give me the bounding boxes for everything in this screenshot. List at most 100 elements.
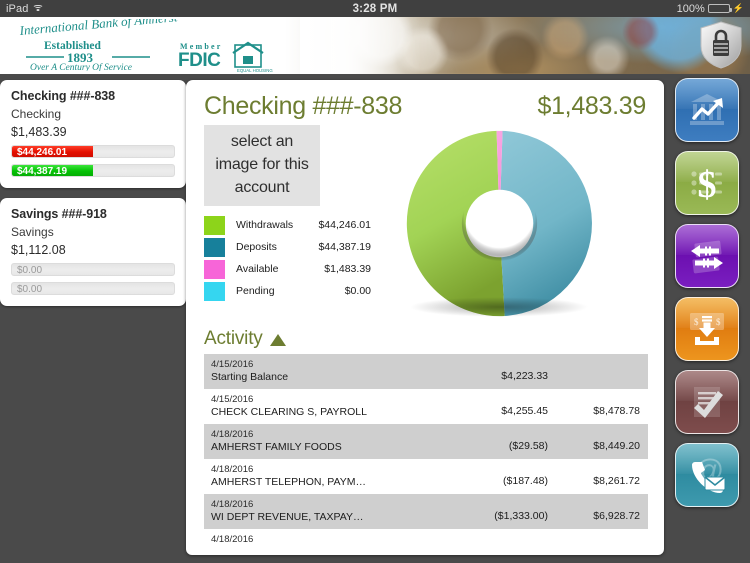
withdrawals-bar-label: $44,246.01: [17, 147, 68, 158]
account-card-checking[interactable]: Checking ###-838 Checking $1,483.39 $44,…: [0, 80, 186, 188]
deposits-bar-label: $0.00: [17, 284, 43, 295]
donut-chart-svg: [406, 130, 592, 317]
table-row[interactable]: 4/18/2016 WI DEPT REVENUE, TAXPAY… ($1,3…: [204, 494, 648, 529]
row-description: AMHERST TELEPHON, PAYM…: [211, 476, 367, 488]
activity-title: Activity: [204, 328, 263, 349]
accounts-button[interactable]: [675, 78, 739, 142]
row-amount: ($187.48): [503, 475, 548, 487]
app-toolbar: $ $ $ @: [664, 78, 750, 563]
row-amount: $4,255.45: [501, 405, 548, 417]
account-balance-heading: $1,483.39: [537, 92, 646, 120]
shield-lock-icon[interactable]: [698, 20, 744, 70]
status-bar-clock: 3:28 PM: [352, 2, 398, 15]
row-description: WI DEPT REVENUE, TAXPAY…: [211, 511, 364, 523]
account-detail-panel: Checking ###-838 $1,483.39 select an ima…: [186, 80, 664, 555]
chart-legend: Withdrawals $44,246.01 Deposits $44,387.…: [204, 214, 389, 302]
ios-status-bar: iPad 3:28 PM 100% ⚡: [0, 0, 750, 17]
donut-hole-shading: [461, 185, 538, 262]
account-card-savings[interactable]: Savings ###-918 Savings $1,112.08 $0.00 …: [0, 198, 186, 306]
logo-bank-name: International Bank of Amherst: [18, 19, 178, 38]
row-amount: $4,223.33: [501, 370, 548, 382]
legend-item-deposits: Deposits $44,387.19: [204, 236, 389, 258]
panel-header: Checking ###-838 $1,483.39: [186, 80, 664, 121]
account-donut-chart[interactable]: [403, 127, 596, 320]
page-title: Checking ###-838: [204, 92, 403, 120]
row-date: 4/18/2016: [211, 429, 254, 440]
row-date: 4/18/2016: [211, 464, 254, 475]
legend-swatch-pending: [204, 281, 225, 301]
bank-logo[interactable]: International Bank of Amherst Establishe…: [12, 19, 192, 71]
shield-lock-svg: [700, 21, 742, 69]
svg-text:$: $: [694, 317, 699, 327]
equal-housing-lender-icon: [232, 41, 264, 68]
account-title: Savings ###-918: [11, 207, 107, 221]
activity-header[interactable]: Activity: [186, 322, 664, 354]
chart-column: [389, 125, 648, 320]
table-row[interactable]: 4/18/2016 AMHERST TELEPHON, PAYM… ($187.…: [204, 459, 648, 494]
legend-item-pending: Pending $0.00: [204, 280, 389, 302]
lightning-bolt-icon: ⚡: [732, 3, 744, 13]
legend-column: select an image for this account Withdra…: [204, 125, 389, 320]
account-type: Savings: [11, 225, 54, 239]
legend-item-available: Available $1,483.39: [204, 258, 389, 280]
bill-pay-button[interactable]: $: [675, 151, 739, 215]
withdrawals-bar: $44,246.01: [11, 145, 175, 158]
panel-body: select an image for this account Withdra…: [186, 121, 664, 320]
row-date: 4/15/2016: [211, 394, 254, 405]
dollar-sign-icon: $: [691, 164, 722, 205]
table-row[interactable]: 4/15/2016 Starting Balance $4,223.33: [204, 354, 648, 389]
donut-drop-shadow: [409, 297, 589, 317]
check-mark-icon: [694, 387, 723, 418]
fdic-logo-svg: Member FDIC EQUAL HOUSING: [178, 41, 273, 73]
row-balance: $8,261.72: [593, 475, 640, 487]
legend-label: Pending: [236, 285, 275, 297]
accounts-sidebar: Checking ###-838 Checking $1,483.39 $44,…: [0, 80, 186, 306]
row-balance: $6,928.72: [593, 510, 640, 522]
legend-swatch-deposits: [204, 237, 225, 257]
account-balance: $1,112.08: [11, 243, 66, 257]
row-date: 4/18/2016: [211, 534, 254, 543]
account-image-picker[interactable]: select an image for this account: [204, 125, 320, 206]
row-amount: ($29.58): [508, 440, 548, 452]
check-images-button[interactable]: [675, 370, 739, 434]
account-balance: $1,483.39: [11, 125, 67, 139]
withdrawals-bar: $0.00: [11, 263, 175, 276]
ipad-banking-app-screen: iPad 3:28 PM 100% ⚡ International Bank o…: [0, 0, 750, 563]
activity-table: 4/15/2016 Starting Balance $4,223.33 4/1…: [186, 354, 664, 543]
sort-ascending-triangle-icon[interactable]: [269, 334, 286, 346]
legend-value: $1,483.39: [324, 263, 371, 275]
row-balance: $8,478.78: [593, 405, 640, 417]
deposit-tray-icon: $ $: [690, 313, 724, 345]
row-balance: $8,449.20: [593, 440, 640, 452]
status-bar-right: 100% ⚡: [677, 3, 744, 15]
contact-us-button[interactable]: @: [675, 443, 739, 507]
account-type: Checking: [11, 107, 62, 121]
bank-header-banner: International Bank of Amherst Establishe…: [0, 17, 750, 74]
row-description: CHECK CLEARING S, PAYROLL: [211, 406, 367, 418]
legend-value: $44,387.19: [318, 241, 371, 253]
account-title: Checking ###-838: [11, 89, 116, 103]
transfers-button[interactable]: [675, 224, 739, 288]
table-row[interactable]: 4/18/2016 AMHERST FAMILY FOODS ($29.58) …: [204, 424, 648, 459]
lender-top-label: EQUAL HOUSING: [237, 68, 273, 73]
header-photo-fade: [300, 17, 420, 74]
mobile-deposit-button[interactable]: $ $: [675, 297, 739, 361]
battery-full-icon: [707, 4, 732, 13]
row-date: 4/15/2016: [211, 359, 254, 370]
withdrawals-bar-label: $0.00: [17, 265, 43, 276]
logo-tagline: Over A Century Of Service: [30, 62, 132, 71]
legend-label: Deposits: [236, 241, 277, 253]
battery-percent-label: 100%: [676, 2, 705, 15]
fdic-label: FDIC: [178, 50, 221, 71]
legend-label: Withdrawals: [236, 219, 294, 231]
table-row[interactable]: 4/15/2016 CHECK CLEARING S, PAYROLL $4,2…: [204, 389, 648, 424]
legend-item-withdrawals: Withdrawals $44,246.01: [204, 214, 389, 236]
row-description: Starting Balance: [211, 371, 289, 383]
transfer-arrows-icon: [691, 240, 723, 274]
deposits-bar: $44,387.19: [11, 164, 175, 177]
table-row[interactable]: 4/18/2016: [204, 529, 648, 543]
deposits-bar: $0.00: [11, 282, 175, 295]
row-date: 4/18/2016: [211, 499, 254, 510]
legend-value: $44,246.01: [318, 219, 371, 231]
svg-text:$: $: [698, 164, 717, 205]
